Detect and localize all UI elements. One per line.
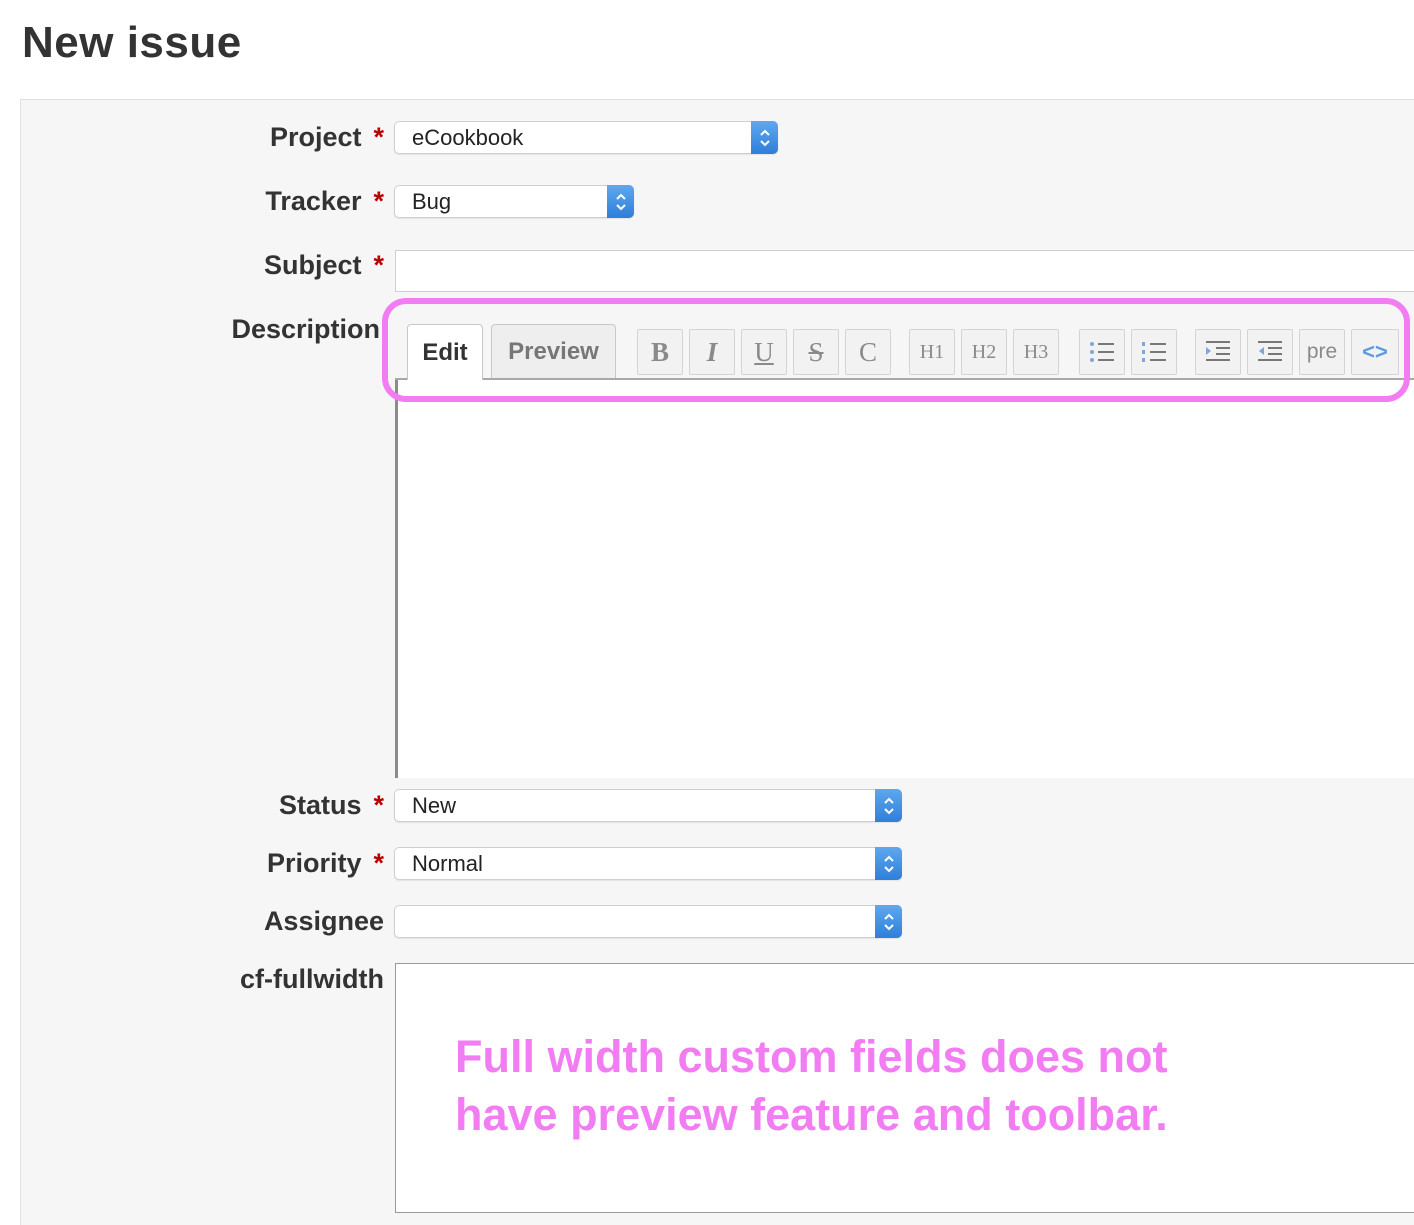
heading-3-button[interactable]: H3 (1013, 329, 1059, 375)
preformatted-button[interactable]: pre (1299, 329, 1345, 375)
select-arrows-icon (607, 185, 634, 218)
tracker-select-value: Bug (412, 189, 452, 214)
select-arrows-icon (875, 847, 902, 880)
tracker-label: Tracker * (265, 186, 384, 216)
select-arrows-icon (875, 905, 902, 938)
assignee-label: Assignee (263, 906, 384, 936)
tab-preview[interactable]: Preview (491, 324, 616, 378)
outdent-button[interactable] (1247, 329, 1293, 375)
indent-button[interactable] (1195, 329, 1241, 375)
status-select-value: New (412, 793, 457, 818)
status-label: Status * (278, 790, 384, 820)
required-mark: * (373, 186, 384, 216)
priority-select[interactable]: Normal (394, 847, 902, 880)
required-mark: * (373, 122, 384, 152)
select-arrows-icon (875, 789, 902, 822)
required-mark: * (373, 848, 384, 878)
priority-label: Priority * (266, 848, 384, 878)
heading-1-button[interactable]: H1 (909, 329, 955, 375)
annotation-text: Full width custom fields does not have p… (455, 1028, 1355, 1144)
description-toolbar-area: Edit Preview B I U S C H1 H2 H3 pre <> (395, 320, 1414, 380)
ordered-list-icon (1142, 342, 1166, 362)
cf-fullwidth-label: cf-fullwidth (240, 964, 384, 994)
project-select-value: eCookbook (412, 125, 524, 150)
outdent-icon (1258, 341, 1282, 361)
required-mark: * (373, 250, 384, 280)
inline-code-button[interactable]: C (845, 329, 891, 375)
description-textarea[interactable] (395, 380, 1414, 778)
priority-select-value: Normal (412, 851, 483, 876)
code-icon: <> (1362, 339, 1388, 364)
tab-edit[interactable]: Edit (407, 324, 483, 380)
unordered-list-icon (1090, 342, 1114, 362)
unordered-list-button[interactable] (1079, 329, 1125, 375)
ordered-list-button[interactable] (1131, 329, 1177, 375)
assignee-select[interactable] (394, 905, 902, 938)
italic-button[interactable]: I (689, 329, 735, 375)
annotation-line-2: have preview feature and toolbar. (455, 1089, 1168, 1140)
subject-input[interactable] (395, 250, 1414, 292)
code-highlight-button[interactable]: <> (1351, 329, 1399, 375)
bold-button[interactable]: B (637, 329, 683, 375)
underline-button[interactable]: U (741, 329, 787, 375)
tracker-select[interactable]: Bug (394, 185, 634, 218)
subject-label: Subject * (263, 250, 384, 280)
strikethrough-button[interactable]: S (793, 329, 839, 375)
required-mark: * (373, 790, 384, 820)
status-select[interactable]: New (394, 789, 902, 822)
project-label: Project * (269, 122, 384, 152)
select-arrows-icon (751, 121, 778, 154)
page-title: New issue (22, 18, 242, 67)
description-label: Description (231, 314, 380, 344)
indent-icon (1206, 341, 1230, 361)
project-select[interactable]: eCookbook (394, 121, 778, 154)
heading-2-button[interactable]: H2 (961, 329, 1007, 375)
annotation-line-1: Full width custom fields does not (455, 1031, 1168, 1082)
